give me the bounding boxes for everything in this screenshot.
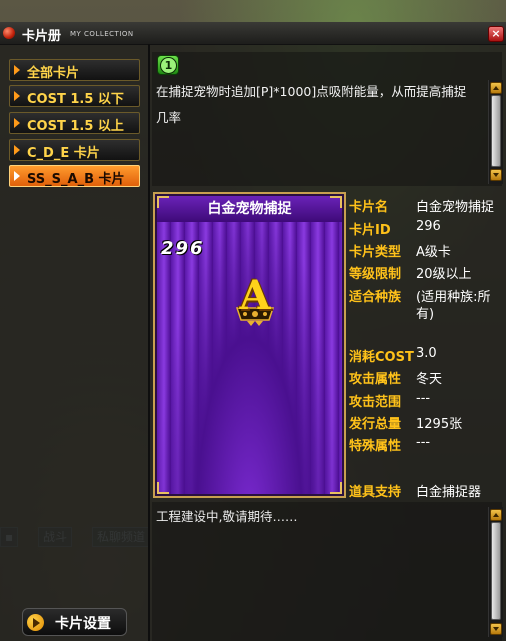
card-settings-label: 卡片设置	[55, 616, 111, 632]
menu-item-label: C_D_E 卡片	[27, 146, 100, 161]
scroll-thumb[interactable]	[491, 522, 501, 620]
arrow-right-icon	[14, 118, 20, 128]
arrow-right-icon	[14, 91, 20, 101]
under-construction-text: 工程建设中,敬请期待……	[156, 509, 298, 524]
menu-item-label: 全部卡片	[27, 66, 80, 81]
info-name-value: 白金宠物捕捉	[416, 200, 495, 215]
menu-item-all-cards[interactable]: 全部卡片	[9, 59, 140, 81]
info-issue-label: 发行总量	[349, 417, 402, 432]
menu-item-cde-cards[interactable]: C_D_E 卡片	[9, 139, 140, 161]
info-special-label: 特殊属性	[349, 439, 402, 454]
card-number: 296	[161, 238, 205, 259]
badge-number: 1	[160, 57, 177, 74]
info-type-label: 卡片类型	[349, 245, 402, 260]
info-id-value: 296	[416, 219, 441, 234]
info-cost-value: 3.0	[416, 346, 437, 361]
menu-item-cost-above[interactable]: COST 1.5 以上	[9, 112, 140, 134]
info-race-value-cont: 有)	[416, 307, 435, 322]
corner-ornament	[157, 196, 169, 208]
menu-item-label: SS_S_A_B 卡片	[27, 172, 125, 187]
window-subtitle: MY COLLECTION	[70, 30, 134, 38]
close-button[interactable]: ×	[488, 26, 504, 42]
info-item-value: 白金捕捉器	[416, 485, 482, 500]
title-bar[interactable]: 卡片册 MY COLLECTION ×	[0, 22, 506, 45]
description-line: 在捕捉宠物时追加[P]*1000]点吸附能量，从而提高捕捉	[156, 84, 467, 99]
description-scrollbar[interactable]	[488, 80, 503, 184]
menu-item-label: COST 1.5 以上	[27, 119, 124, 134]
card-settings-button[interactable]: 卡片设置	[22, 608, 127, 636]
card-image: 白金宠物捕捉 296 A	[153, 192, 346, 498]
info-level-label: 等级限制	[349, 267, 402, 282]
rank-letter: A	[239, 272, 271, 319]
window-title: 卡片册	[22, 29, 62, 44]
scroll-up-button[interactable]	[490, 509, 502, 521]
info-special-value: ---	[416, 435, 431, 450]
info-range-value: ---	[416, 391, 431, 406]
scroll-down-button[interactable]	[490, 169, 502, 181]
menu-item-cost-below[interactable]: COST 1.5 以下	[9, 85, 140, 107]
window-icon	[3, 27, 15, 39]
corner-ornament	[330, 196, 342, 208]
info-issue-value: 1295张	[416, 417, 463, 432]
info-name-label: 卡片名	[349, 200, 389, 215]
arrow-right-icon	[14, 145, 20, 155]
corner-ornament	[157, 482, 169, 494]
info-id-label: 卡片ID	[349, 223, 391, 238]
info-item-label: 道具支持	[349, 485, 402, 500]
arrow-right-icon	[14, 65, 20, 75]
arrow-right-icon	[27, 614, 44, 631]
info-attr-label: 攻击属性	[349, 372, 402, 387]
arrow-right-icon	[14, 171, 20, 181]
scroll-down-button[interactable]	[490, 623, 502, 635]
card-description: 在捕捉宠物时追加[P]*1000]点吸附能量，从而提高捕捉 几率	[156, 79, 486, 131]
card-count-badge: 1	[157, 55, 179, 75]
info-cost-label: 消耗COST	[349, 350, 414, 365]
info-type-value: A级卡	[416, 245, 451, 260]
menu-item-ssab-cards[interactable]: SS_S_A_B 卡片	[9, 165, 140, 187]
scroll-up-button[interactable]	[490, 82, 502, 94]
info-range-label: 攻击范围	[349, 395, 402, 410]
description-line: 几率	[156, 110, 182, 125]
panel-divider	[148, 44, 150, 641]
info-race-label: 适合种族	[349, 290, 402, 305]
info-level-value: 20级以上	[416, 267, 472, 282]
corner-ornament	[330, 482, 342, 494]
scroll-thumb[interactable]	[491, 95, 501, 167]
bottom-scrollbar[interactable]	[488, 507, 503, 637]
card-name: 白金宠物捕捉	[157, 196, 342, 222]
info-attr-value: 冬天	[416, 372, 443, 387]
menu-item-label: COST 1.5 以下	[27, 92, 124, 107]
